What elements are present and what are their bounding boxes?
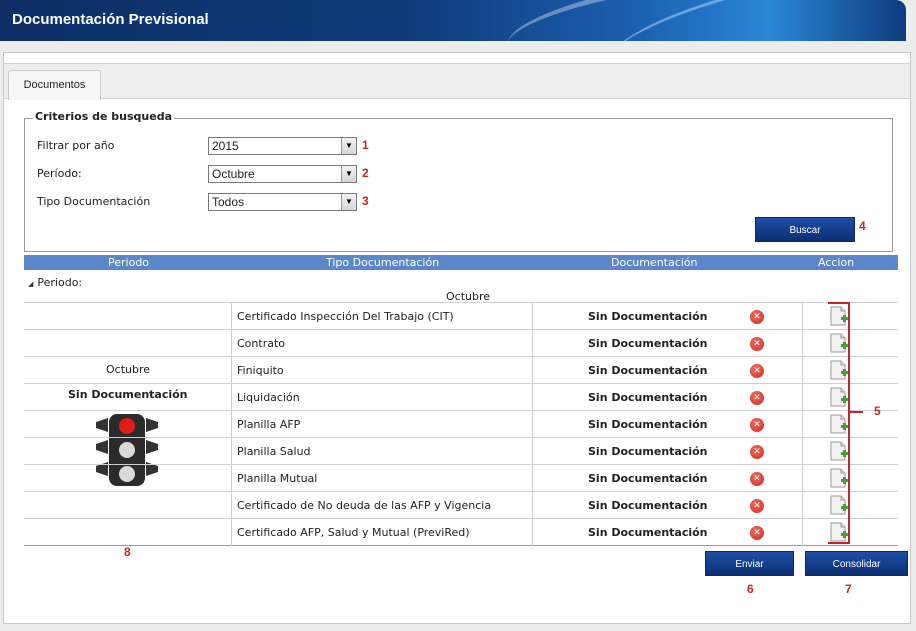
doc-type-cell: Finiquito bbox=[237, 364, 284, 377]
doc-status-cell: Sin Documentación bbox=[588, 526, 708, 539]
x-circle-icon: ✕ bbox=[750, 499, 764, 513]
tab-documentos[interactable]: Documentos bbox=[8, 70, 101, 100]
period-select[interactable]: Octubre ▼ bbox=[208, 165, 357, 183]
search-button[interactable]: Buscar bbox=[755, 217, 855, 242]
column-divider bbox=[802, 384, 803, 411]
column-header-accion: Accion bbox=[818, 256, 855, 269]
doc-type-cell: Contrato bbox=[237, 337, 286, 350]
tab-bar: Documentos bbox=[4, 63, 910, 100]
table-row: Liquidación Sin Documentación ✕ bbox=[24, 384, 898, 411]
x-circle-icon: ✕ bbox=[750, 526, 764, 540]
year-select-value: 2015 bbox=[212, 139, 239, 153]
app-header: Documentación Previsional bbox=[0, 0, 906, 41]
x-circle-icon: ✕ bbox=[750, 364, 764, 378]
table-row: Contrato Sin Documentación ✕ bbox=[24, 330, 898, 357]
search-criteria-fieldset: Criterios de busqueda Filtrar por año 20… bbox=[24, 110, 893, 252]
column-divider bbox=[802, 330, 803, 357]
consolidar-button[interactable]: Consolidar bbox=[805, 551, 908, 576]
doc-status-cell: Sin Documentación bbox=[588, 364, 708, 377]
column-divider bbox=[532, 357, 533, 384]
annotation-marker-6: 6 bbox=[747, 582, 754, 596]
column-header-documentacion: Documentación bbox=[611, 256, 698, 269]
column-header-tipo: Tipo Documentación bbox=[326, 256, 440, 269]
year-select[interactable]: 2015 ▼ bbox=[208, 137, 357, 155]
column-divider bbox=[532, 492, 533, 519]
doc-type-cell: Liquidación bbox=[237, 391, 300, 404]
column-divider bbox=[532, 519, 533, 546]
column-divider bbox=[532, 303, 533, 330]
x-circle-icon: ✕ bbox=[750, 418, 764, 432]
annotation-marker-8: 8 bbox=[124, 545, 131, 559]
doc-status-cell: Sin Documentación bbox=[588, 472, 708, 485]
x-circle-icon: ✕ bbox=[750, 391, 764, 405]
column-divider bbox=[802, 492, 803, 519]
column-divider bbox=[532, 465, 533, 492]
column-divider bbox=[802, 438, 803, 465]
table-row: Planilla Salud Sin Documentación ✕ bbox=[24, 438, 898, 465]
table-header: Periodo Tipo Documentación Documentación… bbox=[24, 255, 898, 270]
period-select-value: Octubre bbox=[212, 167, 255, 181]
column-divider bbox=[532, 330, 533, 357]
doc-type-label: Tipo Documentación bbox=[37, 195, 151, 208]
doc-status-cell: Sin Documentación bbox=[588, 310, 708, 323]
column-divider bbox=[802, 303, 803, 330]
table-row: Certificado Inspección Del Trabajo (CIT)… bbox=[24, 303, 898, 330]
table-row: Planilla Mutual Sin Documentación ✕ bbox=[24, 465, 898, 492]
column-divider bbox=[532, 411, 533, 438]
doc-type-cell: Certificado de No deuda de las AFP y Vig… bbox=[237, 499, 492, 512]
doc-type-cell: Certificado Inspección Del Trabajo (CIT) bbox=[237, 310, 454, 323]
doc-status-cell: Sin Documentación bbox=[588, 418, 708, 431]
annotation-marker-5: 5 bbox=[874, 404, 881, 418]
column-divider bbox=[802, 357, 803, 384]
collapse-triangle-icon[interactable]: ◢ bbox=[28, 280, 33, 288]
doc-status-cell: Sin Documentación bbox=[588, 445, 708, 458]
group-toggle[interactable]: ◢ Periodo: bbox=[28, 276, 82, 289]
annotation-bracket-tick bbox=[849, 411, 863, 413]
x-circle-icon: ✕ bbox=[750, 472, 764, 486]
doc-type-cell: Certificado AFP, Salud y Mutual (PreviRe… bbox=[237, 526, 470, 539]
dropdown-arrow-icon[interactable]: ▼ bbox=[341, 166, 356, 182]
doc-type-select-value: Todos bbox=[212, 195, 245, 209]
doc-type-cell: Planilla AFP bbox=[237, 418, 301, 431]
annotation-marker-3: 3 bbox=[362, 194, 369, 208]
table-row: Certificado de No deuda de las AFP y Vig… bbox=[24, 492, 898, 519]
column-divider bbox=[532, 384, 533, 411]
dropdown-arrow-icon[interactable]: ▼ bbox=[341, 138, 356, 154]
x-circle-icon: ✕ bbox=[750, 445, 764, 459]
main-panel: Documentos Criterios de busqueda Filtrar… bbox=[3, 52, 911, 624]
documents-grid: Octubre Sin Documentación 8 Certificado … bbox=[24, 302, 898, 559]
table-row: Certificado AFP, Salud y Mutual (PreviRe… bbox=[24, 519, 898, 546]
x-circle-icon: ✕ bbox=[750, 337, 764, 351]
doc-status-cell: Sin Documentación bbox=[588, 337, 708, 350]
column-divider bbox=[532, 438, 533, 465]
criteria-legend: Criterios de busqueda bbox=[33, 110, 174, 123]
annotation-marker-2: 2 bbox=[362, 166, 369, 180]
column-header-periodo: Periodo bbox=[108, 256, 150, 269]
doc-status-cell: Sin Documentación bbox=[588, 391, 708, 404]
year-filter-label: Filtrar por año bbox=[37, 139, 115, 152]
enviar-button[interactable]: Enviar bbox=[705, 551, 794, 576]
table-row: Planilla AFP Sin Documentación ✕ bbox=[24, 411, 898, 438]
annotation-marker-4: 4 bbox=[859, 219, 866, 233]
doc-type-select[interactable]: Todos ▼ bbox=[208, 193, 357, 211]
dropdown-arrow-icon[interactable]: ▼ bbox=[341, 194, 356, 210]
column-divider bbox=[802, 465, 803, 492]
annotation-marker-7: 7 bbox=[845, 582, 852, 596]
x-circle-icon: ✕ bbox=[750, 310, 764, 324]
period-label: Período: bbox=[37, 167, 82, 180]
doc-type-cell: Planilla Salud bbox=[237, 445, 311, 458]
annotation-bracket bbox=[828, 302, 850, 544]
group-label-text: Periodo: bbox=[37, 276, 83, 289]
page-title: Documentación Previsional bbox=[12, 11, 209, 28]
annotation-marker-1: 1 bbox=[362, 138, 369, 152]
table-row: Finiquito Sin Documentación ✕ bbox=[24, 357, 898, 384]
doc-status-cell: Sin Documentación bbox=[588, 499, 708, 512]
column-divider bbox=[802, 411, 803, 438]
doc-type-cell: Planilla Mutual bbox=[237, 472, 318, 485]
column-divider bbox=[802, 519, 803, 546]
